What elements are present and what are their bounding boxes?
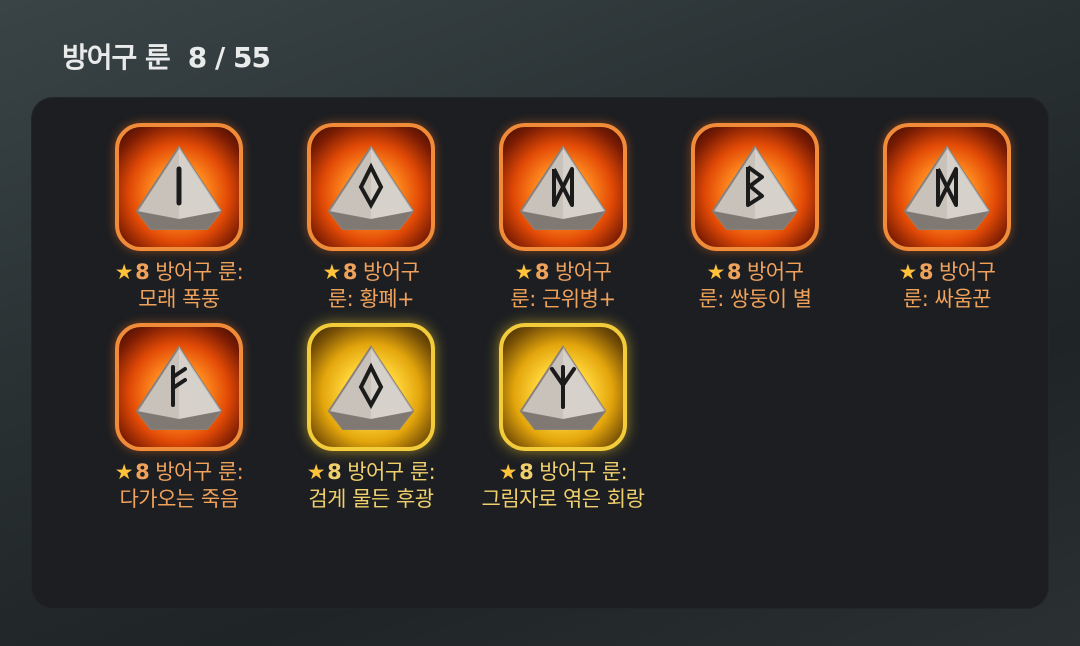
othala-icon <box>327 345 415 430</box>
rune-name: 방어구 룬: 황폐+ <box>327 260 420 311</box>
rune-card[interactable]: ★8 방어구 룬: 모래 폭풍 <box>83 123 275 313</box>
rune-collection-header: 방어구 룬 8 / 55 <box>62 36 271 76</box>
rune-panel: ★8 방어구 룬: 모래 폭풍 ★8 방어구 룬: 황폐+ ★8 방어구 룬: 근위병… <box>31 97 1049 609</box>
rune-tile[interactable] <box>307 323 435 451</box>
rune-label: ★8 방어구 룬: 쌍둥이 별 <box>698 259 812 313</box>
rune-card[interactable]: ★8 방어구 룬: 검게 물든 후광 <box>275 323 467 513</box>
rune-label: ★8 방어구 룬: 황폐+ <box>323 259 420 313</box>
rune-grade: 8 <box>327 460 342 484</box>
rune-tile[interactable] <box>499 323 627 451</box>
star-icon: ★ <box>706 260 726 284</box>
rune-label: ★8 방어구 룬: 다가오는 죽음 <box>114 459 244 513</box>
rune-label: ★8 방어구 룬: 싸움꾼 <box>899 259 996 313</box>
rune-label: ★8 방어구 룬: 근위병+ <box>510 259 616 313</box>
rune-tile[interactable] <box>307 123 435 251</box>
star-icon: ★ <box>114 260 134 284</box>
rune-count: 8 / 55 <box>187 41 271 74</box>
rune-grade: 8 <box>726 260 742 284</box>
rune-card[interactable]: ★8 방어구 룬: 다가오는 죽음 <box>83 323 275 513</box>
rune-grade: 8 <box>918 260 934 284</box>
rune-tile[interactable] <box>499 123 627 251</box>
rune-card[interactable]: ★8 방어구 룬: 쌍둥이 별 <box>659 123 851 313</box>
othala-icon <box>327 145 415 230</box>
rune-label: ★8 방어구 룬: 모래 폭풍 <box>114 259 244 313</box>
rune-name: 방어구 룬: 모래 폭풍 <box>138 260 244 311</box>
isa-icon <box>135 145 223 230</box>
star-icon: ★ <box>514 260 534 284</box>
algiz-icon <box>519 345 607 430</box>
berkano-icon <box>711 145 799 230</box>
rune-grid: ★8 방어구 룬: 모래 폭풍 ★8 방어구 룬: 황폐+ ★8 방어구 룬: 근위병… <box>83 123 1043 513</box>
star-icon: ★ <box>498 460 518 484</box>
rune-tile[interactable] <box>115 323 243 451</box>
rune-label: ★8 방어구 룬: 그림자로 엮은 회랑 <box>482 459 645 513</box>
fehu-icon <box>135 345 223 430</box>
dagaz-icon <box>903 145 991 230</box>
rune-grade: 8 <box>534 260 550 284</box>
rune-grade: 8 <box>135 260 150 284</box>
star-icon: ★ <box>306 460 326 484</box>
star-icon: ★ <box>322 260 342 284</box>
rune-card[interactable]: ★8 방어구 룬: 싸움꾼 <box>851 123 1043 313</box>
rune-tile[interactable] <box>115 123 243 251</box>
rune-grade: 8 <box>342 260 358 284</box>
page-title: 방어구 룬 <box>62 41 171 74</box>
rune-tile[interactable] <box>883 123 1011 251</box>
star-icon: ★ <box>114 460 134 484</box>
rune-grade: 8 <box>135 460 150 484</box>
rune-grade: 8 <box>519 460 534 484</box>
rune-tile[interactable] <box>691 123 819 251</box>
rune-card[interactable]: ★8 방어구 룬: 그림자로 엮은 회랑 <box>467 323 659 513</box>
star-icon: ★ <box>898 260 918 284</box>
dagaz-icon <box>519 145 607 230</box>
rune-label: ★8 방어구 룬: 검게 물든 후광 <box>306 459 436 513</box>
rune-card[interactable]: ★8 방어구 룬: 황폐+ <box>275 123 467 313</box>
rune-card[interactable]: ★8 방어구 룬: 근위병+ <box>467 123 659 313</box>
